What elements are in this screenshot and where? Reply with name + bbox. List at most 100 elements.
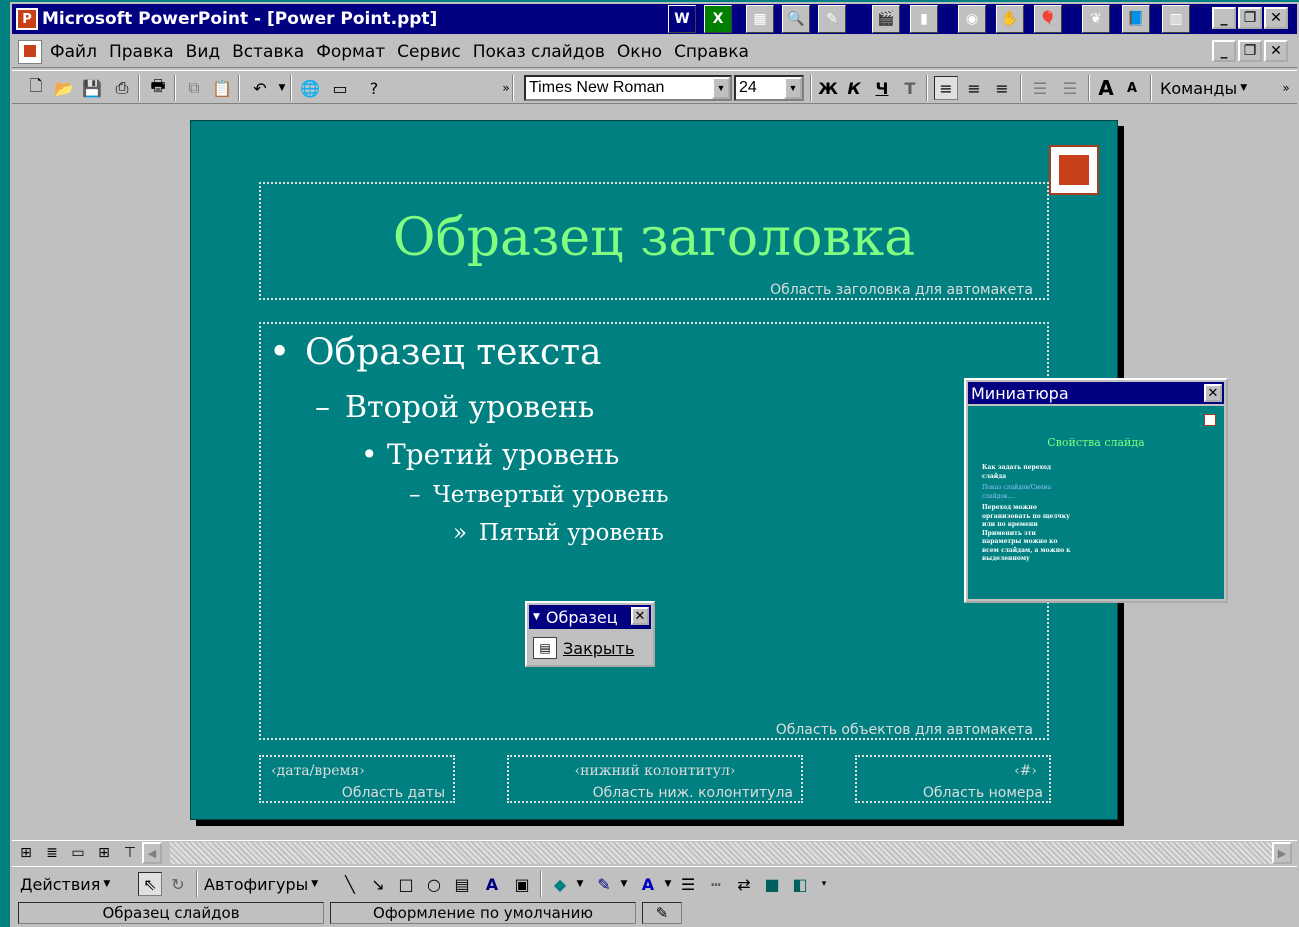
menu-window[interactable]: Окно — [617, 42, 662, 62]
doc-close-button[interactable]: ✕ — [1264, 40, 1288, 62]
fill-color-dropdown-icon[interactable]: ▼ — [568, 872, 592, 896]
oval-icon[interactable]: ○ — [422, 872, 446, 896]
title-placeholder[interactable]: Образец заголовка Область заголовка для … — [259, 182, 1049, 300]
excel-icon[interactable]: X — [704, 5, 732, 33]
autoshapes-menu[interactable]: Автофигуры ▼ — [204, 872, 336, 896]
rectangle-icon[interactable]: □ — [394, 872, 418, 896]
menu-slideshow[interactable]: Показ слайдов — [473, 42, 605, 62]
close-master-button[interactable]: ▤ Закрыть — [533, 633, 649, 663]
date-placeholder[interactable]: ‹дата/время› Область даты — [259, 755, 455, 803]
body-placeholder[interactable]: • Образец текста – Второй уровень • Трет… — [259, 322, 1049, 740]
doc-restore-button[interactable]: ❐ — [1238, 40, 1262, 62]
balloon-icon[interactable]: 🎈 — [1034, 5, 1062, 33]
font-combo[interactable]: Times New Roman ▼ — [524, 75, 732, 101]
book-icon[interactable]: 📘 — [1122, 5, 1150, 33]
obrazets-close-icon[interactable]: ✕ — [631, 607, 649, 625]
3d-style-icon[interactable]: ◧ — [788, 872, 812, 896]
bold-button[interactable]: Ж — [816, 76, 840, 100]
toolbar-menu-icon[interactable]: ▼ — [533, 612, 540, 622]
font-dropdown-icon[interactable]: ▼ — [712, 77, 730, 99]
outline-view-icon[interactable]: ≣ — [40, 841, 64, 865]
movie-icon[interactable]: 🎬 — [872, 5, 900, 33]
line-style-icon[interactable]: ☰ — [676, 872, 700, 896]
size-combo[interactable]: 24 ▼ — [734, 75, 804, 101]
scroll-right-icon[interactable]: ▶ — [1272, 842, 1292, 864]
align-center-icon[interactable]: ≡ — [962, 76, 986, 100]
print-preview-icon[interactable]: ⎙ — [110, 76, 134, 100]
sorter-view-icon[interactable]: ⊞ — [92, 841, 116, 865]
rotate-icon[interactable]: ↻ — [166, 872, 190, 896]
horizontal-scrollbar[interactable] — [170, 842, 1280, 864]
close-button[interactable]: ✕ — [1264, 7, 1288, 29]
obrazets-toolbar-titlebar[interactable]: ▼ Образец ✕ — [529, 605, 651, 629]
clipart-icon[interactable]: ▣ — [510, 872, 534, 896]
paste-icon[interactable]: 📋 — [210, 76, 234, 100]
number-placeholder[interactable]: ‹#› Область номера — [855, 755, 1051, 803]
more-buttons-icon[interactable]: » — [494, 76, 518, 100]
slideshow-view-icon[interactable]: ⊤ — [118, 841, 142, 865]
briefcase-icon[interactable]: ▮ — [910, 5, 938, 33]
search-icon[interactable]: 🔍 — [782, 5, 810, 33]
hyperlink-icon[interactable]: 🌐 — [298, 76, 322, 100]
slide-view-icon[interactable]: ▭ — [66, 841, 90, 865]
underline-button[interactable]: Ч — [870, 76, 894, 100]
line-icon[interactable]: ╲ — [338, 872, 362, 896]
menu-edit[interactable]: Правка — [109, 42, 174, 62]
menu-file[interactable]: Файл — [50, 42, 97, 62]
menu-help[interactable]: Справка — [674, 42, 749, 62]
line-color-dropdown-icon[interactable]: ▼ — [612, 872, 636, 896]
menu-tools[interactable]: Сервис — [397, 42, 461, 62]
miniature-close-icon[interactable]: ✕ — [1204, 384, 1222, 402]
menu-view[interactable]: Вид — [186, 42, 220, 62]
arrow-style-icon[interactable]: ⇄ — [732, 872, 756, 896]
document-icon[interactable] — [18, 39, 42, 64]
increase-font-icon[interactable]: A — [1094, 76, 1118, 100]
more-buttons-icon[interactable]: ▾ — [812, 872, 836, 896]
open-icon[interactable]: 📂 — [52, 76, 76, 100]
wordart-icon[interactable]: A — [480, 872, 504, 896]
save-icon[interactable]: 💾 — [80, 76, 104, 100]
scroll-left-icon[interactable]: ◀ — [142, 842, 162, 864]
minimize-button[interactable]: _ — [1212, 7, 1236, 29]
normal-view-icon[interactable]: ⊞ — [14, 841, 38, 865]
italic-button[interactable]: К — [842, 76, 866, 100]
align-left-icon[interactable]: ≡ — [934, 76, 958, 100]
numbering-icon[interactable]: ☰ — [1028, 76, 1052, 100]
tables-icon[interactable]: ▭ — [328, 76, 352, 100]
print-icon[interactable]: 🖶 — [146, 76, 170, 100]
miniature-preview[interactable]: Свойства слайда Как задать переход слайд… — [968, 406, 1224, 599]
powerpoint-app-icon[interactable]: P — [16, 8, 38, 30]
notepad-icon[interactable]: ✎ — [818, 5, 846, 33]
restore-button[interactable]: ❐ — [1238, 7, 1262, 29]
textbox-icon[interactable]: ▤ — [450, 872, 474, 896]
spelling-status-icon[interactable]: ✎ — [642, 902, 682, 924]
size-dropdown-icon[interactable]: ▼ — [784, 77, 802, 99]
miniature-titlebar[interactable]: Миниатюра ✕ — [968, 382, 1224, 404]
footer-placeholder[interactable]: ‹нижний колонтитул› Область ниж. колонти… — [507, 755, 803, 803]
calculator-icon[interactable]: ▦ — [746, 5, 774, 33]
menu-format[interactable]: Формат — [316, 42, 385, 62]
word-icon[interactable]: W — [668, 5, 696, 33]
help-icon[interactable]: ? — [362, 76, 386, 100]
align-right-icon[interactable]: ≡ — [990, 76, 1014, 100]
shadow-button[interactable]: Т — [898, 76, 922, 100]
commands-button[interactable]: Команды ▼ — [1160, 76, 1260, 100]
hand-icon[interactable]: ✋ — [996, 5, 1024, 33]
new-icon[interactable]: 🗋 — [24, 76, 48, 100]
camera-icon[interactable]: ◉ — [958, 5, 986, 33]
select-arrow-icon[interactable]: ⇖ — [138, 872, 162, 896]
bullets-icon[interactable]: ☰ — [1058, 76, 1082, 100]
menu-insert[interactable]: Вставка — [232, 42, 304, 62]
copy-icon[interactable]: ⧉ — [182, 76, 206, 100]
actions-menu[interactable]: Действия ▼ — [20, 872, 132, 896]
doc-minimize-button[interactable]: _ — [1212, 40, 1236, 62]
undo-icon[interactable]: ↶ — [248, 76, 272, 100]
parrot-icon[interactable]: ❦ — [1082, 5, 1110, 33]
decrease-font-icon[interactable]: A — [1120, 76, 1144, 100]
more-buttons-icon[interactable]: » — [1274, 76, 1298, 100]
actions-label: Действия — [20, 874, 101, 894]
dash-style-icon[interactable]: ┅ — [704, 872, 728, 896]
chart-icon[interactable]: ▥ — [1162, 5, 1190, 33]
arrow-icon[interactable]: ↘ — [366, 872, 390, 896]
shadow-style-icon[interactable]: ■ — [760, 872, 784, 896]
